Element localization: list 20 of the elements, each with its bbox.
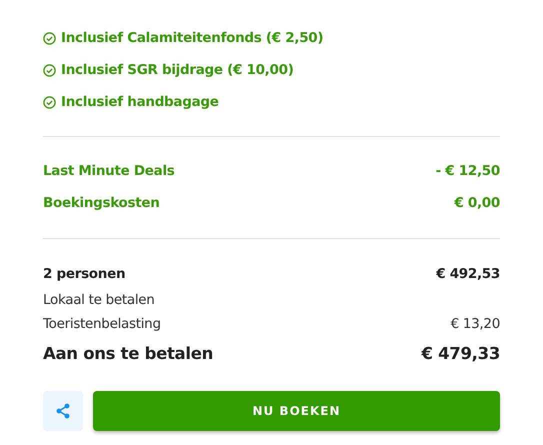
- summary-label: Lokaal te betalen: [43, 292, 155, 308]
- cost-label: Last Minute Deals: [43, 163, 175, 179]
- inclusion-text: Inclusief Calamiteitenfonds (€ 2,50): [61, 30, 324, 46]
- cost-amount: € 0,00: [454, 195, 500, 211]
- share-button[interactable]: [43, 391, 83, 431]
- check-circle-icon: [43, 64, 56, 76]
- inclusion-text: Inclusief SGR bijdrage (€ 10,00): [61, 62, 294, 78]
- book-button[interactable]: NU BOEKEN: [93, 391, 500, 431]
- summary-amount: € 479,33: [422, 344, 500, 362]
- cost-label: Boekingskosten: [43, 195, 160, 211]
- share-icon: [55, 403, 71, 419]
- summary-label: Toeristenbelasting: [43, 316, 161, 332]
- cost-amount: - € 12,50: [436, 163, 500, 179]
- summary-amount: € 492,53: [436, 266, 500, 282]
- check-circle-icon: [43, 32, 56, 44]
- inclusion-text: Inclusief handbagage: [61, 94, 219, 110]
- check-circle-icon: [43, 96, 56, 108]
- summary-amount: € 13,20: [450, 316, 500, 332]
- summary-label: Aan ons te betalen: [43, 344, 214, 362]
- summary-label: 2 personen: [43, 266, 126, 282]
